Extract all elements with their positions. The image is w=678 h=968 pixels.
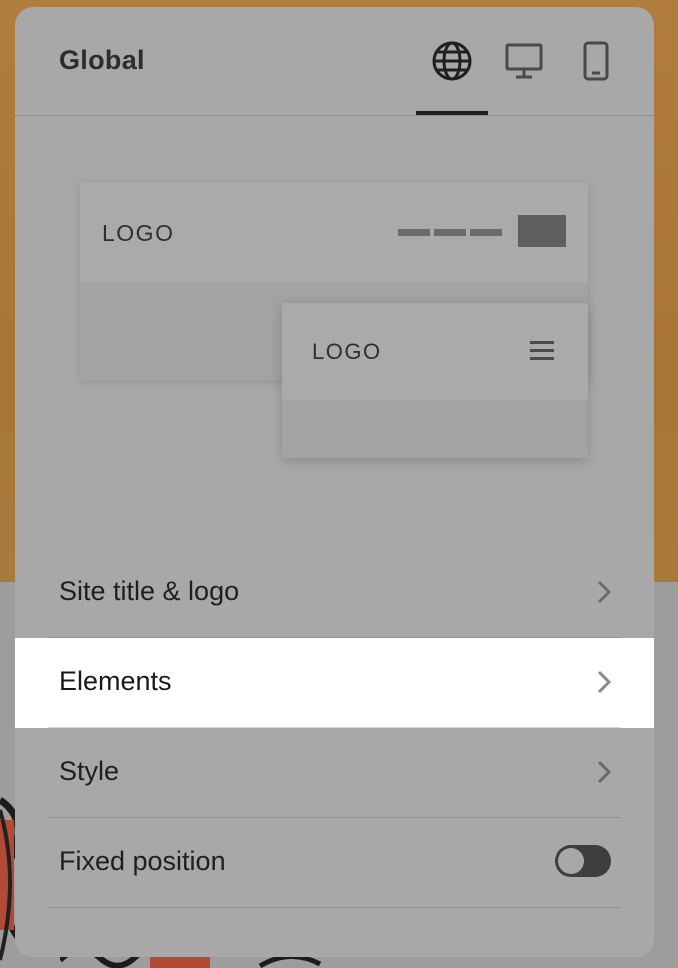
button-placeholder — [518, 215, 566, 247]
nav-placeholder — [398, 229, 430, 236]
desktop-preview-logo: LOGO — [102, 220, 175, 246]
divider — [48, 906, 621, 908]
menu-item-label: Style — [59, 756, 120, 786]
globe-icon — [432, 41, 472, 81]
desktop-icon — [505, 43, 543, 79]
toggle-knob — [558, 848, 584, 874]
hamburger-menu-icon — [530, 341, 554, 365]
nav-placeholder — [470, 229, 502, 236]
mobile-preview-logo: LOGO — [312, 339, 382, 364]
tab-global[interactable] — [424, 31, 480, 91]
chevron-right-icon — [597, 760, 612, 784]
nav-placeholder — [434, 229, 466, 236]
tab-desktop[interactable] — [496, 31, 552, 91]
fixed-position-toggle[interactable] — [555, 845, 611, 877]
chevron-right-icon — [597, 580, 612, 604]
menu-item-site-title-logo[interactable]: Site title & logo — [15, 548, 654, 638]
menu-item-label: Fixed position — [59, 846, 226, 876]
active-tab-indicator — [416, 111, 488, 115]
mobile-icon — [583, 41, 609, 81]
panel-header: Global — [15, 7, 654, 116]
panel-title: Global — [59, 45, 145, 75]
tab-mobile[interactable] — [568, 31, 624, 91]
mobile-header-preview: LOGO — [282, 303, 588, 458]
menu-item-label: Site title & logo — [59, 576, 240, 606]
desktop-header-preview-bar: LOGO — [80, 182, 588, 282]
mobile-header-preview-bar: LOGO — [282, 303, 588, 400]
menu-item-style[interactable]: Style — [15, 728, 654, 818]
menu-item-label: Elements — [59, 666, 172, 696]
chevron-right-icon — [597, 670, 612, 694]
header-settings-panel: Global LOGO LOGO Site title & logo Eleme… — [15, 7, 654, 957]
menu-item-elements[interactable]: Elements — [15, 638, 654, 728]
